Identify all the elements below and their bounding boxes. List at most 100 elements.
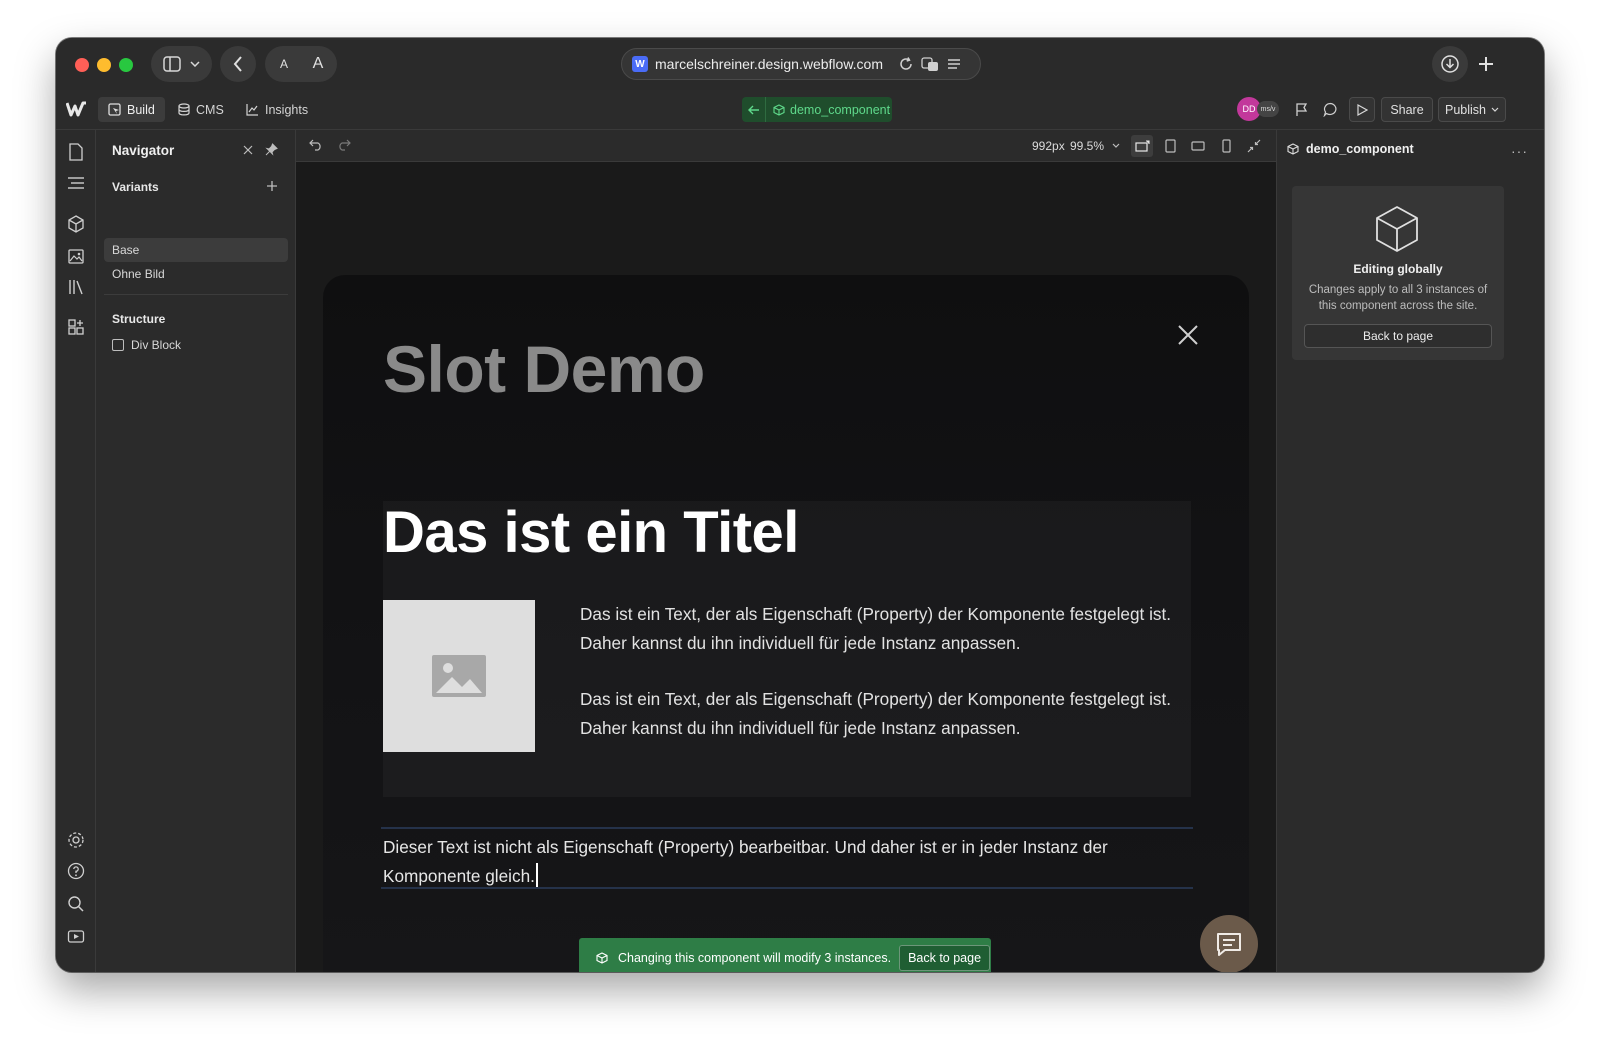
preview-button[interactable] xyxy=(1349,97,1375,122)
webflow-favicon: W xyxy=(632,56,648,72)
reload-icon[interactable] xyxy=(898,56,914,72)
left-icon-bar xyxy=(56,130,96,972)
main-heading[interactable]: Das ist ein Titel xyxy=(383,499,799,566)
chevron-down-icon[interactable] xyxy=(1112,143,1120,148)
database-icon xyxy=(178,103,190,116)
more-options-icon[interactable]: ··· xyxy=(1511,143,1528,159)
chevron-left-icon xyxy=(233,56,243,72)
component-icon xyxy=(1287,143,1299,155)
zoom-label[interactable]: 99.5% xyxy=(1070,139,1104,153)
close-window-button[interactable] xyxy=(75,58,89,72)
chat-button[interactable] xyxy=(1200,915,1258,972)
minimize-canvas-icon[interactable] xyxy=(1247,139,1261,153)
slot-title[interactable]: Slot Demo xyxy=(383,331,705,407)
video-help-icon[interactable] xyxy=(66,926,86,946)
variant-label: Ohne Bild xyxy=(112,267,165,281)
avatar-secondary[interactable]: ms/v xyxy=(1257,101,1279,117)
comment-icon[interactable] xyxy=(1319,97,1341,122)
apps-icon[interactable] xyxy=(66,317,86,337)
component-breadcrumb[interactable]: demo_component xyxy=(742,97,892,122)
panel-header: demo_component xyxy=(1287,142,1414,156)
breakpoint-phone-icon[interactable] xyxy=(1222,139,1231,153)
breakpoint-landscape-icon[interactable] xyxy=(1191,141,1205,151)
add-variant-icon[interactable] xyxy=(266,180,278,192)
component-icon xyxy=(773,103,785,116)
collapse-icon[interactable] xyxy=(242,144,254,156)
browser-titlebar: A A W marcelschreiner.design.webflow.com xyxy=(56,38,1544,90)
search-icon[interactable] xyxy=(66,894,86,914)
tab-insights-label: Insights xyxy=(265,102,309,117)
tab-cms[interactable]: CMS xyxy=(168,97,234,122)
structure-heading: Structure xyxy=(112,312,166,326)
property-paragraph-2[interactable]: Das ist ein Text, der als Eigenschaft (P… xyxy=(580,685,1190,743)
close-icon[interactable] xyxy=(1176,323,1200,347)
variant-base[interactable]: Base xyxy=(104,238,288,262)
chevron-down-icon xyxy=(1491,107,1499,112)
designer-toolbar: Build CMS Insights demo_component DD ms/… xyxy=(56,90,1544,130)
downloads-button[interactable] xyxy=(1432,46,1468,82)
image-icon xyxy=(432,655,486,697)
variant-label: Base xyxy=(112,243,140,257)
structure-item-label: Div Block xyxy=(131,338,182,352)
settings-icon[interactable] xyxy=(66,830,86,850)
plus-icon xyxy=(1478,56,1494,72)
redo-icon[interactable] xyxy=(337,139,351,151)
undo-icon[interactable] xyxy=(309,139,323,151)
sidebar-toggle-button[interactable] xyxy=(151,46,212,82)
component-name-label: demo_component xyxy=(790,102,891,117)
canvas-toolbar: 992px 99.5% xyxy=(296,130,1276,162)
design-canvas[interactable]: Slot Demo Das ist ein Titel Das ist ein … xyxy=(296,162,1276,972)
editing-globally-desc: Changes apply to all 3 instances of this… xyxy=(1308,284,1488,312)
editable-text[interactable]: Dieser Text ist nicht als Eigenschaft (P… xyxy=(383,837,1108,886)
font-larger-button[interactable]: A xyxy=(301,55,335,73)
font-smaller-button[interactable]: A xyxy=(267,57,301,71)
editing-globally-title: Editing globally xyxy=(1353,262,1443,276)
share-button[interactable]: Share xyxy=(1381,97,1433,122)
publish-button[interactable]: Publish xyxy=(1438,97,1506,122)
panel-component-name: demo_component xyxy=(1306,142,1414,156)
variant-ohne-bild[interactable]: Ohne Bild xyxy=(104,262,288,286)
flag-icon[interactable] xyxy=(1291,97,1313,122)
toast-back-to-page-button[interactable]: Back to page xyxy=(899,945,991,971)
help-icon[interactable] xyxy=(66,861,86,881)
download-icon xyxy=(1440,54,1460,74)
maximize-window-button[interactable] xyxy=(119,58,133,72)
build-icon xyxy=(108,103,121,116)
tab-build-label: Build xyxy=(127,102,155,117)
browser-window: A A W marcelschreiner.design.webflow.com xyxy=(56,38,1544,972)
back-button[interactable] xyxy=(220,46,256,82)
tab-cms-label: CMS xyxy=(196,102,224,117)
property-paragraph-1[interactable]: Das ist ein Text, der als Eigenschaft (P… xyxy=(580,600,1190,658)
tab-insights[interactable]: Insights xyxy=(236,97,318,122)
structure-item-div-block[interactable]: Div Block xyxy=(112,338,181,352)
back-to-page-button[interactable]: Back to page xyxy=(1304,324,1492,348)
component-icon xyxy=(596,952,608,964)
assets-icon[interactable] xyxy=(66,246,86,266)
url-text: marcelschreiner.design.webflow.com xyxy=(655,56,883,72)
reader-icon[interactable] xyxy=(947,57,961,71)
navigator-icon[interactable] xyxy=(66,173,86,193)
minimize-window-button[interactable] xyxy=(97,58,111,72)
breakpoint-tablet-icon[interactable] xyxy=(1165,139,1176,153)
variants-heading: Variants xyxy=(112,180,159,194)
address-bar[interactable]: W marcelschreiner.design.webflow.com xyxy=(621,48,981,80)
webflow-logo-icon[interactable] xyxy=(66,101,88,117)
translate-icon[interactable] xyxy=(921,56,939,72)
library-icon[interactable] xyxy=(66,277,86,297)
text-caret xyxy=(535,863,538,887)
components-icon[interactable] xyxy=(66,214,86,234)
font-size-group: A A xyxy=(265,46,337,82)
component-cube-icon xyxy=(1372,204,1422,254)
image-placeholder[interactable] xyxy=(383,600,535,752)
chat-icon xyxy=(1215,931,1243,957)
pages-icon[interactable] xyxy=(66,142,86,162)
div-block-icon xyxy=(112,339,124,351)
canvas-size-label: 992px xyxy=(1032,139,1065,153)
arrow-left-icon[interactable] xyxy=(742,97,766,122)
pin-icon[interactable] xyxy=(265,143,278,156)
new-tab-button[interactable] xyxy=(1468,46,1504,82)
play-icon xyxy=(1356,103,1368,116)
breakpoint-desktop-icon[interactable] xyxy=(1131,135,1153,157)
editable-text-block[interactable]: Dieser Text ist nicht als Eigenschaft (P… xyxy=(381,827,1193,889)
tab-build[interactable]: Build xyxy=(98,97,165,122)
